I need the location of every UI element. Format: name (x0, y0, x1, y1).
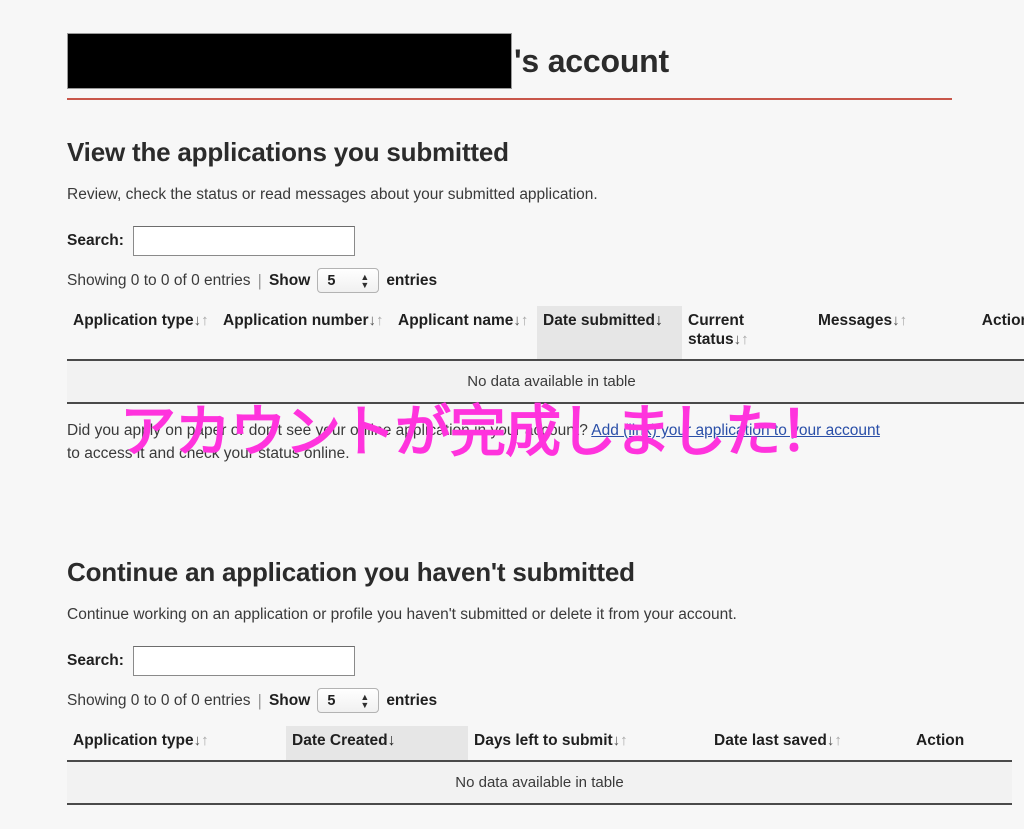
col-application-number[interactable]: Application number↓↑ (217, 306, 392, 362)
continue-search-label: Search: (67, 652, 124, 670)
continue-description: Continue working on an application or pr… (67, 605, 737, 623)
section-continue-applications: Continue an application you haven't subm… (67, 557, 1012, 806)
col-date-submitted[interactable]: Date submitted↓ (537, 306, 682, 362)
col-current-status[interactable]: Current status↓↑ (682, 306, 812, 362)
redacted-name-bar (67, 33, 512, 89)
submitted-empty-message: No data available in table (67, 360, 1024, 405)
continue-entries-value: 5 (327, 692, 336, 709)
col-action: Action (910, 726, 1012, 763)
col-label: Application type (73, 732, 194, 750)
table-row: No data available in table (67, 360, 1024, 405)
add-application-link[interactable]: Add (link) your application to your acco… (591, 422, 880, 439)
submitted-heading: View the applications you submitted (67, 137, 509, 167)
col-label: Application number (223, 312, 369, 330)
sort-both-icon: ↓↑ (892, 312, 908, 330)
continue-heading: Continue an application you haven't subm… (67, 557, 635, 587)
page-title-suffix: 's account (514, 43, 669, 79)
sort-both-icon: ↓↑ (513, 312, 529, 330)
submitted-description: Review, check the status or read message… (67, 185, 598, 203)
col-date-last-saved[interactable]: Date last saved↓↑ (708, 726, 910, 763)
col-label: Applicant name (398, 312, 514, 330)
table-header-row: Application type↓↑ Application number↓↑ … (67, 306, 1024, 362)
submitted-show-label: Show (268, 271, 311, 289)
stepper-arrows-icon: ▲ ▼ (360, 272, 370, 290)
sort-both-icon: ↓↑ (368, 312, 384, 330)
helper-tail: to access it and check your status onlin… (67, 444, 350, 462)
continue-entries-select[interactable]: 5 ▲ ▼ (317, 688, 380, 714)
page-title: 's account (67, 30, 952, 92)
sort-both-icon: ↓↑ (826, 732, 842, 750)
col-label: Date last saved (714, 732, 827, 750)
col-label: Action (916, 732, 965, 750)
col-action: Action (937, 306, 1024, 362)
account-page: 's account View the applications you sub… (0, 0, 1024, 829)
submitted-showing-separator: | (257, 271, 262, 291)
header-divider (67, 98, 952, 100)
submitted-search-label: Search: (67, 232, 124, 250)
submitted-showing-row: Showing 0 to 0 of 0 entries | Show 5 ▲ ▼… (67, 268, 952, 294)
sort-both-icon: ↓↑ (193, 312, 209, 330)
col-label: Date Created (292, 732, 388, 750)
sort-desc-icon: ↓ (387, 732, 396, 750)
sort-both-icon: ↓↑ (612, 732, 628, 750)
submitted-table-body: No data available in table (67, 360, 1024, 405)
col-label: Action (981, 312, 1024, 330)
col-applicant-name[interactable]: Applicant name↓↑ (392, 306, 537, 362)
helper-lead: Did you apply on paper or don't see your… (67, 422, 592, 440)
continue-showing-separator: | (257, 691, 262, 711)
sort-both-icon: ↓↑ (193, 732, 209, 750)
col-date-created[interactable]: Date Created↓ (286, 726, 468, 763)
submitted-entries-select[interactable]: 5 ▲ ▼ (317, 268, 380, 294)
submitted-search-row: Search: (67, 226, 952, 257)
table-header-row: Application type↓↑ Date Created↓ Days le… (67, 726, 1012, 763)
stepper-down-icon: ▼ (360, 699, 370, 710)
col-label: Application type (73, 312, 194, 330)
continue-entries-label: entries (386, 691, 438, 709)
col-messages[interactable]: Messages↓↑ (812, 306, 937, 362)
submitted-entries-value: 5 (327, 272, 336, 289)
sort-both-icon: ↓↑ (733, 331, 749, 349)
col-days-left-to-submit[interactable]: Days left to submit↓↑ (468, 726, 708, 763)
submitted-helper-text: Did you apply on paper or don't see your… (67, 420, 897, 465)
col-label: Days left to submit (474, 732, 613, 750)
stepper-down-icon: ▼ (360, 279, 370, 290)
continue-empty-message: No data available in table (67, 761, 1012, 806)
continue-search-input[interactable] (132, 646, 355, 677)
col-label: Messages (818, 312, 893, 330)
continue-table-head: Application type↓↑ Date Created↓ Days le… (67, 726, 1012, 763)
continue-showing-row: Showing 0 to 0 of 0 entries | Show 5 ▲ ▼… (67, 688, 952, 714)
submitted-entries-label: entries (386, 271, 438, 289)
continue-show-label: Show (268, 691, 311, 709)
submitted-search-input[interactable] (132, 226, 355, 257)
continue-applications-table: Application type↓↑ Date Created↓ Days le… (67, 726, 1012, 806)
continue-showing-text: Showing 0 to 0 of 0 entries (67, 691, 251, 709)
submitted-showing-text: Showing 0 to 0 of 0 entries (67, 271, 251, 289)
col-application-type[interactable]: Application type↓↑ (67, 306, 217, 362)
submitted-applications-table: Application type↓↑ Application number↓↑ … (67, 306, 1024, 405)
submitted-table-head: Application type↓↑ Application number↓↑ … (67, 306, 1024, 362)
sort-desc-icon: ↓ (654, 312, 663, 330)
stepper-arrows-icon: ▲ ▼ (360, 692, 370, 710)
section-submitted-applications: View the applications you submitted Revi… (67, 137, 1024, 465)
page-header: 's account (67, 30, 952, 100)
col-label: Date submitted (543, 312, 655, 330)
continue-table-body: No data available in table (67, 761, 1012, 806)
continue-search-row: Search: (67, 646, 952, 677)
table-row: No data available in table (67, 761, 1012, 806)
col-application-type[interactable]: Application type↓↑ (67, 726, 286, 763)
